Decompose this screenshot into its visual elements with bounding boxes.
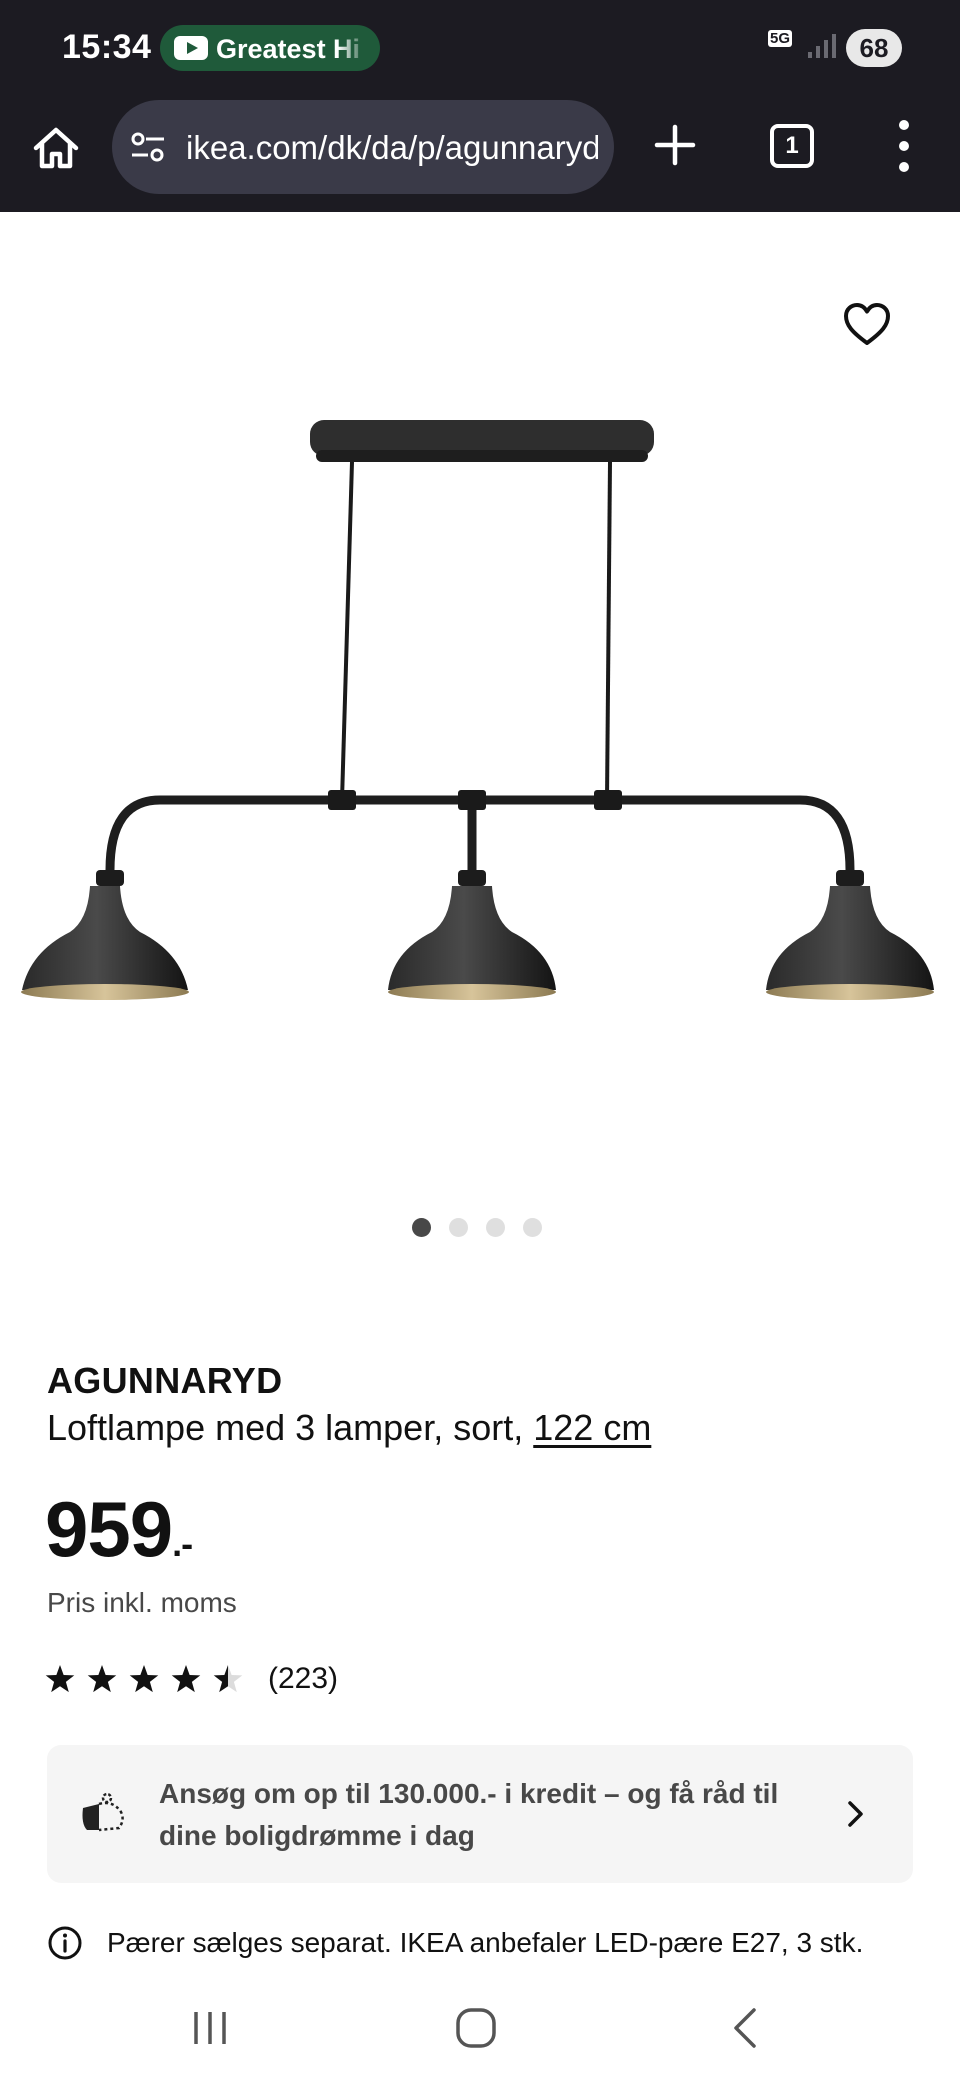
star-icon: [87, 1665, 117, 1693]
product-size-link[interactable]: 122 cm: [533, 1407, 651, 1448]
bulb-notice: Pærer sælges separat. IKEA anbefaler LED…: [47, 1923, 927, 1963]
status-bar: 15:34 Greatest Hi 5G 68: [0, 0, 960, 96]
network-type: 5G: [768, 30, 793, 47]
url-text[interactable]: ikea.com/dk/da/p/agunnaryd: [186, 129, 598, 167]
piggy-bank-icon: [82, 1792, 124, 1832]
rating-stars: [45, 1665, 243, 1693]
status-time: 15:34: [62, 28, 152, 66]
plus-icon[interactable]: [652, 122, 698, 168]
price-value: 959: [45, 1485, 173, 1573]
price-note: Pris inkl. moms: [47, 1587, 237, 1618]
more-vert-icon[interactable]: [896, 120, 912, 172]
system-nav-bar: [0, 1984, 960, 2080]
carousel-dot[interactable]: [449, 1218, 468, 1237]
tab-switcher-button[interactable]: 1: [770, 124, 814, 168]
back-icon[interactable]: [730, 2006, 762, 2050]
media-title: Greatest Hi: [216, 34, 361, 64]
address-bar[interactable]: ikea.com/dk/da/p/agunnaryd: [112, 100, 614, 194]
recent-apps-icon[interactable]: [190, 2008, 230, 2048]
bulb-notice-text: Pærer sælges separat. IKEA anbefaler LED…: [107, 1927, 864, 1958]
carousel-dot[interactable]: [523, 1218, 542, 1237]
chevron-right-icon: [848, 1801, 863, 1827]
media-notification-chip[interactable]: Greatest Hi: [160, 25, 380, 71]
product-name: AGUNNARYD: [47, 1360, 283, 1401]
browser-toolbar: ikea.com/dk/da/p/agunnaryd 1: [0, 96, 960, 212]
review-count[interactable]: (223): [268, 1662, 338, 1696]
product-description: Loftlampe med 3 lamper, sort, 122 cm: [47, 1407, 651, 1449]
credit-banner-text: Ansøg om op til 130.000.- i kredit – og …: [159, 1778, 779, 1851]
image-carousel-dots: [412, 1218, 552, 1238]
product-price: 959.-: [45, 1484, 193, 1589]
product-image[interactable]: [0, 400, 960, 1040]
carousel-dot[interactable]: [486, 1218, 505, 1237]
credit-banner[interactable]: Ansøg om op til 130.000.- i kredit – og …: [47, 1745, 913, 1883]
product-description-text: Loftlampe med 3 lamper, sort,: [47, 1407, 524, 1448]
home-icon[interactable]: [30, 122, 82, 174]
youtube-icon: [174, 36, 208, 60]
star-icon: [129, 1665, 159, 1693]
star-icon: [171, 1665, 201, 1693]
star-icon: [45, 1665, 75, 1693]
info-icon: [48, 1926, 82, 1960]
price-suffix: .-: [172, 1523, 193, 1564]
star-icon: [213, 1665, 243, 1693]
battery-indicator: 68: [846, 29, 902, 67]
carousel-dot[interactable]: [412, 1218, 431, 1237]
tune-icon[interactable]: [130, 131, 166, 163]
signal-icon: [808, 34, 836, 58]
heart-icon[interactable]: [842, 300, 892, 350]
home-nav-icon[interactable]: [454, 2006, 498, 2050]
